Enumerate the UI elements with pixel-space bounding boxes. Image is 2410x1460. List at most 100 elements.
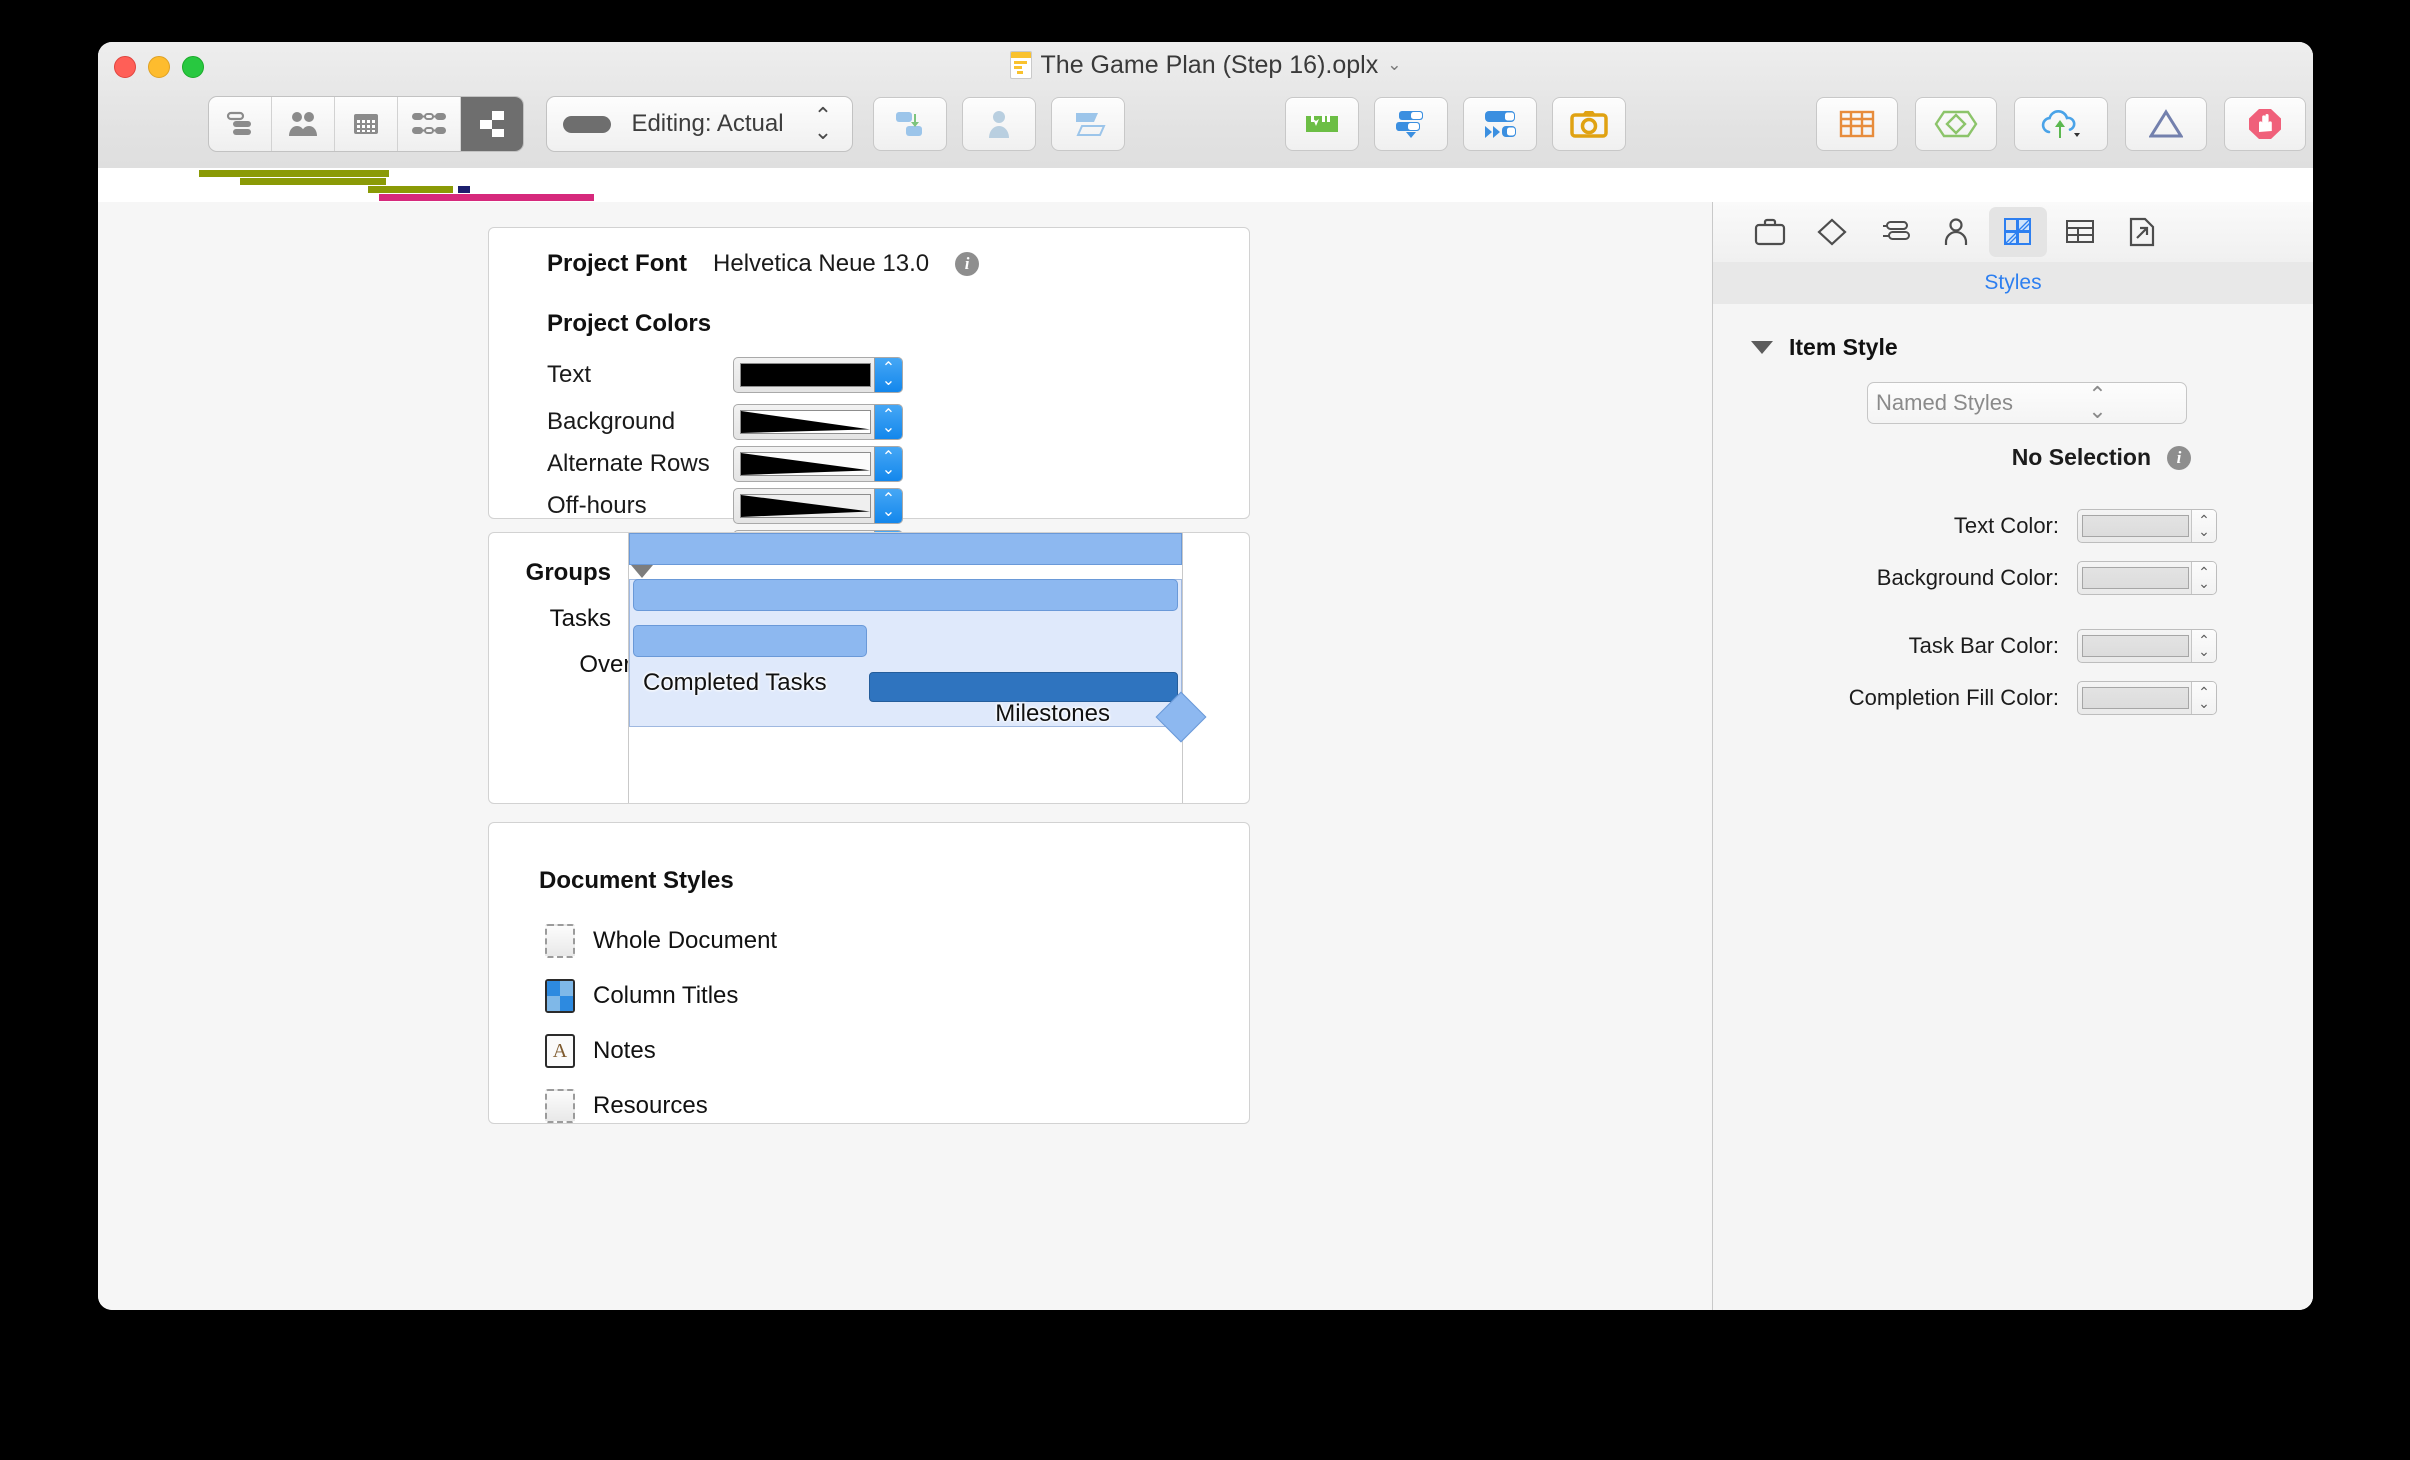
field-label: Text Color: (1953, 513, 2059, 538)
network-view-icon[interactable] (398, 97, 461, 151)
inspector-tab-resources[interactable] (1927, 207, 1985, 257)
document-style-row-resources[interactable]: Resources (545, 1088, 708, 1124)
inspector-content: Item Style Named Styles ⌃ ⌄ No Selection … (1713, 304, 2313, 1310)
task-bar-color-well[interactable]: ⌃ ⌄ (2077, 629, 2217, 663)
task-bars-icon (1883, 221, 1910, 240)
color-well-alternate-rows[interactable]: ⌃ ⌄ (733, 446, 903, 482)
document-styles-title: Document Styles (539, 867, 734, 894)
task-view-icon[interactable] (209, 97, 272, 151)
catch-up-icon (1485, 111, 1516, 138)
project-colors-label: Project Colors (547, 310, 712, 337)
editing-pill-icon (563, 115, 611, 133)
item-style-section-header[interactable]: Item Style (1751, 334, 1898, 361)
color-well-off-hours[interactable]: ⌃ ⌄ (733, 488, 903, 524)
field-task-bar-color: Task Bar Color: ⌃ ⌄ (1909, 629, 2217, 663)
level-button[interactable] (1051, 97, 1125, 151)
completion-fill-color-well[interactable]: ⌃ ⌄ (2077, 681, 2217, 715)
color-row-alternate-rows: Alternate Rows ⌃ ⌄ (547, 446, 967, 482)
info-icon[interactable]: i (2167, 445, 2191, 470)
export-document-icon (2129, 217, 2155, 247)
delta-button[interactable] (2125, 97, 2207, 151)
stepper-icon[interactable]: ⌃⌄ (874, 447, 902, 481)
section-title: Item Style (1789, 334, 1898, 360)
stop-hand-icon (2249, 109, 2281, 139)
resource-person-icon (1944, 218, 1968, 245)
resource-button[interactable] (962, 97, 1036, 151)
stepper-icon[interactable]: ⌃⌄ (2021, 384, 2174, 422)
groups-card: Groups Tasks Overdue Tasks Completed Tas… (488, 532, 1250, 804)
dashed-square-icon (545, 924, 575, 958)
stepper-icon[interactable]: ⌃⌄ (810, 105, 836, 143)
group-label-completed-tasks: Completed Tasks (643, 669, 827, 696)
view-mode-segmented-control[interactable] (208, 96, 524, 152)
indent-icon (896, 112, 922, 136)
dashed-square-icon (545, 1089, 575, 1123)
stepper-icon[interactable]: ⌃⌄ (2191, 562, 2216, 594)
group-label-tasks: Tasks (549, 605, 611, 632)
milestone-diamond-icon (1817, 218, 1847, 246)
color-well-background[interactable]: ⌃ ⌄ (733, 404, 903, 440)
named-styles-value: Named Styles (1876, 390, 2013, 415)
editing-mode-popup[interactable]: Editing: Actual ⌃ ⌄ (546, 96, 853, 152)
inspector-tab-styles[interactable] (1989, 207, 2047, 257)
stepper-icon[interactable]: ⌃⌄ (874, 489, 902, 523)
table-grid-button[interactable] (1816, 97, 1898, 151)
stepper-icon[interactable]: ⌃⌄ (2191, 630, 2216, 662)
inspector-tab-tasks[interactable] (1865, 207, 1923, 257)
stepper-icon[interactable]: ⌃⌄ (874, 405, 902, 439)
document-style-row-notes[interactable]: A Notes (545, 1033, 656, 1069)
stepper-icon[interactable]: ⌃⌄ (2191, 682, 2216, 714)
stepper-icon[interactable]: ⌃⌄ (2191, 510, 2216, 542)
split-task-button[interactable] (1374, 97, 1448, 151)
project-colors-card: Project Font Helvetica Neue 13.0 i Proje… (488, 227, 1250, 608)
calendar-view-icon[interactable] (335, 97, 398, 151)
cloud-upload-button[interactable] (2014, 97, 2108, 151)
inspector-tab-project[interactable] (1741, 207, 1799, 257)
color-row-background: Background ⌃ ⌄ (547, 404, 967, 440)
group-label-milestones: Milestones (995, 700, 1110, 727)
styles-canvas[interactable]: Project Font Helvetica Neue 13.0 i Proje… (98, 202, 1712, 1310)
delta-icon (2149, 109, 2183, 138)
document-styles-card: Document Styles Whole Document Column Ti… (488, 822, 1250, 1124)
inspector-tab-export[interactable] (2113, 207, 2171, 257)
color-row-label: Off-hours (547, 492, 647, 519)
background-color-well[interactable]: ⌃ ⌄ (2077, 561, 2217, 595)
field-label: Completion Fill Color: (1848, 685, 2059, 710)
color-well-text[interactable]: ⌃ ⌄ (733, 357, 903, 393)
group-bar-tasks (633, 579, 1178, 611)
project-font-value[interactable]: Helvetica Neue 13.0 (713, 250, 929, 278)
cloud-upload-icon (2041, 110, 2080, 138)
document-style-row-whole-document[interactable]: Whole Document (545, 923, 777, 959)
page-title: The Game Plan (Step 16).oplx (1040, 50, 1379, 79)
chevron-down-icon[interactable]: ⌄ (1387, 55, 1401, 75)
table-grid-icon (1839, 110, 1875, 138)
stepper-icon[interactable]: ⌃⌄ (874, 358, 902, 392)
inspector-tab-table[interactable] (2051, 207, 2109, 257)
color-swatch (740, 452, 871, 476)
gantt-bar (199, 170, 389, 177)
styles-view-icon[interactable] (461, 97, 523, 151)
snapshot-camera-icon (1570, 111, 1608, 138)
catch-up-button[interactable] (1463, 97, 1537, 151)
groups-preview[interactable]: Completed Tasks Milestones (628, 533, 1207, 803)
inspector-tab-bar[interactable] (1713, 202, 2313, 263)
document-style-row-column-titles[interactable]: Column Titles (545, 978, 738, 1014)
color-swatch (740, 363, 871, 387)
indent-button[interactable] (873, 97, 947, 151)
triangle-down-icon[interactable] (1751, 341, 1773, 354)
text-color-well[interactable]: ⌃ ⌄ (2077, 509, 2217, 543)
inspector-tab-milestone[interactable] (1803, 207, 1861, 257)
resource-view-icon[interactable] (272, 97, 335, 151)
resource-icon (989, 111, 1009, 138)
gantt-summary-strip (98, 168, 2313, 202)
stop-hand-button[interactable] (2224, 97, 2306, 151)
groups-labels-column: Groups Tasks Overdue Tasks (489, 533, 739, 803)
info-icon[interactable]: i (955, 252, 980, 276)
inspector-panel: Styles Item Style Named Styles ⌃ ⌄ No Sel… (1712, 202, 2313, 1310)
color-swatch (2082, 635, 2189, 657)
named-styles-popup[interactable]: Named Styles ⌃ ⌄ (1867, 382, 2187, 424)
baseline-button[interactable] (1285, 97, 1359, 151)
network-diagram-button[interactable] (1915, 97, 1997, 151)
document-style-label: Notes (593, 1037, 656, 1064)
snapshot-button[interactable] (1552, 97, 1626, 151)
